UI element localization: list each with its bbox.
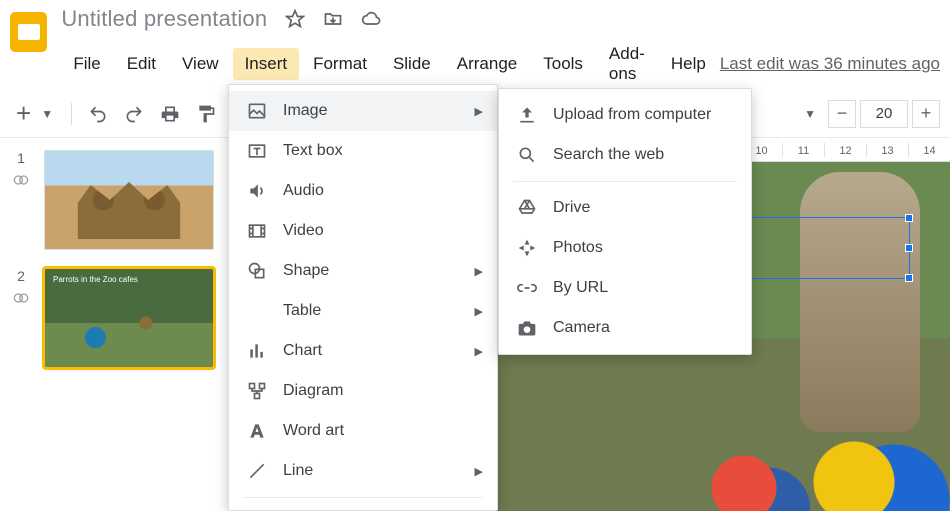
menu-item-label: Line <box>283 462 313 480</box>
submenu-arrow-icon: ▶ <box>475 305 483 318</box>
drive-icon <box>517 198 537 218</box>
transition-icon <box>13 290 29 306</box>
new-slide-button[interactable]: + ▼ <box>10 98 57 129</box>
link-icon <box>517 278 537 298</box>
document-title[interactable]: Untitled presentation <box>61 6 267 32</box>
menu-separator <box>513 181 737 182</box>
ruler-tick: 14 <box>908 143 950 157</box>
menu-arrange[interactable]: Arrange <box>445 48 529 80</box>
slide-number: 2 <box>17 268 25 284</box>
menu-item-word-art[interactable]: Word art <box>229 411 497 451</box>
menu-item-label: Diagram <box>283 382 343 400</box>
menu-item-label: Table <box>283 302 321 320</box>
slide-thumbnail-2[interactable]: Parrots in the Zoo cafes <box>44 268 214 368</box>
menu-view[interactable]: View <box>170 48 231 80</box>
menu-item-drive[interactable]: Drive <box>499 188 751 228</box>
menu-edit[interactable]: Edit <box>115 48 168 80</box>
image-icon <box>247 101 267 121</box>
menu-item-image[interactable]: Image ▶ <box>229 91 497 131</box>
chart-icon <box>247 341 267 361</box>
image-submenu-panel: Upload from computer Search the web Driv… <box>498 88 752 355</box>
paint-format-icon[interactable] <box>194 102 218 126</box>
photos-icon <box>517 238 537 258</box>
menu-addons[interactable]: Add-ons <box>597 38 657 90</box>
menu-item-by-url[interactable]: By URL <box>499 268 751 308</box>
plus-icon: + <box>10 98 37 129</box>
zoom-dropdown[interactable]: ▼ <box>796 103 824 125</box>
undo-icon[interactable] <box>86 102 110 126</box>
shape-icon <box>247 261 267 281</box>
menu-help[interactable]: Help <box>659 48 718 80</box>
menu-item-label: Audio <box>283 182 324 200</box>
ruler-tick: 12 <box>824 143 866 157</box>
cloud-status-icon[interactable] <box>361 9 381 29</box>
menu-item-search-web[interactable]: Search the web <box>499 135 751 175</box>
menu-item-label: Shape <box>283 262 329 280</box>
ruler-tick: 13 <box>866 143 908 157</box>
print-icon[interactable] <box>158 102 182 126</box>
menu-item-chart[interactable]: Chart ▶ <box>229 331 497 371</box>
menu-item-line[interactable]: Line ▶ <box>229 451 497 491</box>
camera-icon <box>517 318 537 338</box>
menu-item-diagram[interactable]: Diagram <box>229 371 497 411</box>
menu-item-audio[interactable]: Audio <box>229 171 497 211</box>
text-box-icon <box>247 141 267 161</box>
zoom-in-button[interactable]: + <box>912 100 940 128</box>
menu-item-label: Upload from computer <box>553 106 711 124</box>
menubar: File Edit View Insert Format Slide Arran… <box>61 38 940 90</box>
menu-item-label: Video <box>283 222 324 240</box>
menu-item-label: Text box <box>283 142 343 160</box>
menu-insert[interactable]: Insert <box>233 48 300 80</box>
word-art-icon <box>247 421 267 441</box>
video-icon <box>247 221 267 241</box>
upload-icon <box>517 105 537 125</box>
slide-number: 1 <box>17 150 25 166</box>
submenu-arrow-icon: ▶ <box>475 265 483 278</box>
menu-item-label: Camera <box>553 319 610 337</box>
chevron-down-icon[interactable]: ▼ <box>37 107 57 121</box>
menu-item-text-box[interactable]: Text box <box>229 131 497 171</box>
submenu-arrow-icon: ▶ <box>475 465 483 478</box>
insert-menu-panel: Image ▶ Text box Audio Video Shape ▶ · T… <box>228 84 498 511</box>
menu-item-label: Search the web <box>553 146 664 164</box>
thumbnail-caption: Parrots in the Zoo cafes <box>53 275 138 284</box>
slides-logo[interactable] <box>10 12 47 52</box>
menu-item-upload[interactable]: Upload from computer <box>499 95 751 135</box>
redo-icon[interactable] <box>122 102 146 126</box>
menu-file[interactable]: File <box>61 48 112 80</box>
zoom-value[interactable]: 20 <box>860 100 908 128</box>
menu-item-shape[interactable]: Shape ▶ <box>229 251 497 291</box>
ruler-tick: 11 <box>782 143 824 157</box>
menu-tools[interactable]: Tools <box>531 48 595 80</box>
menu-item-label: Chart <box>283 342 322 360</box>
star-icon[interactable] <box>285 9 305 29</box>
menu-item-photos[interactable]: Photos <box>499 228 751 268</box>
submenu-arrow-icon: ▶ <box>475 105 483 118</box>
menu-item-label: Word art <box>283 422 344 440</box>
menu-item-label: By URL <box>553 279 608 297</box>
move-to-folder-icon[interactable] <box>323 9 343 29</box>
search-icon <box>517 145 537 165</box>
submenu-arrow-icon: ▶ <box>475 345 483 358</box>
diagram-icon <box>247 381 267 401</box>
menu-item-label: Photos <box>553 239 603 257</box>
menu-separator <box>243 497 483 498</box>
menu-item-camera[interactable]: Camera <box>499 308 751 348</box>
audio-icon <box>247 181 267 201</box>
slide-thumbnail-1[interactable] <box>44 150 214 250</box>
transition-icon <box>13 172 29 188</box>
zoom-out-button[interactable]: − <box>828 100 856 128</box>
menu-slide[interactable]: Slide <box>381 48 443 80</box>
last-edit-link[interactable]: Last edit was 36 minutes ago <box>720 54 940 74</box>
slide-panel: 1 2 Parrots in the Zoo cafes <box>0 138 232 511</box>
menu-item-label: Drive <box>553 199 590 217</box>
line-icon <box>247 461 267 481</box>
menu-item-video[interactable]: Video <box>229 211 497 251</box>
menu-format[interactable]: Format <box>301 48 379 80</box>
menu-item-table[interactable]: · Table ▶ <box>229 291 497 331</box>
menu-item-label: Image <box>283 102 327 120</box>
divider <box>71 103 72 125</box>
